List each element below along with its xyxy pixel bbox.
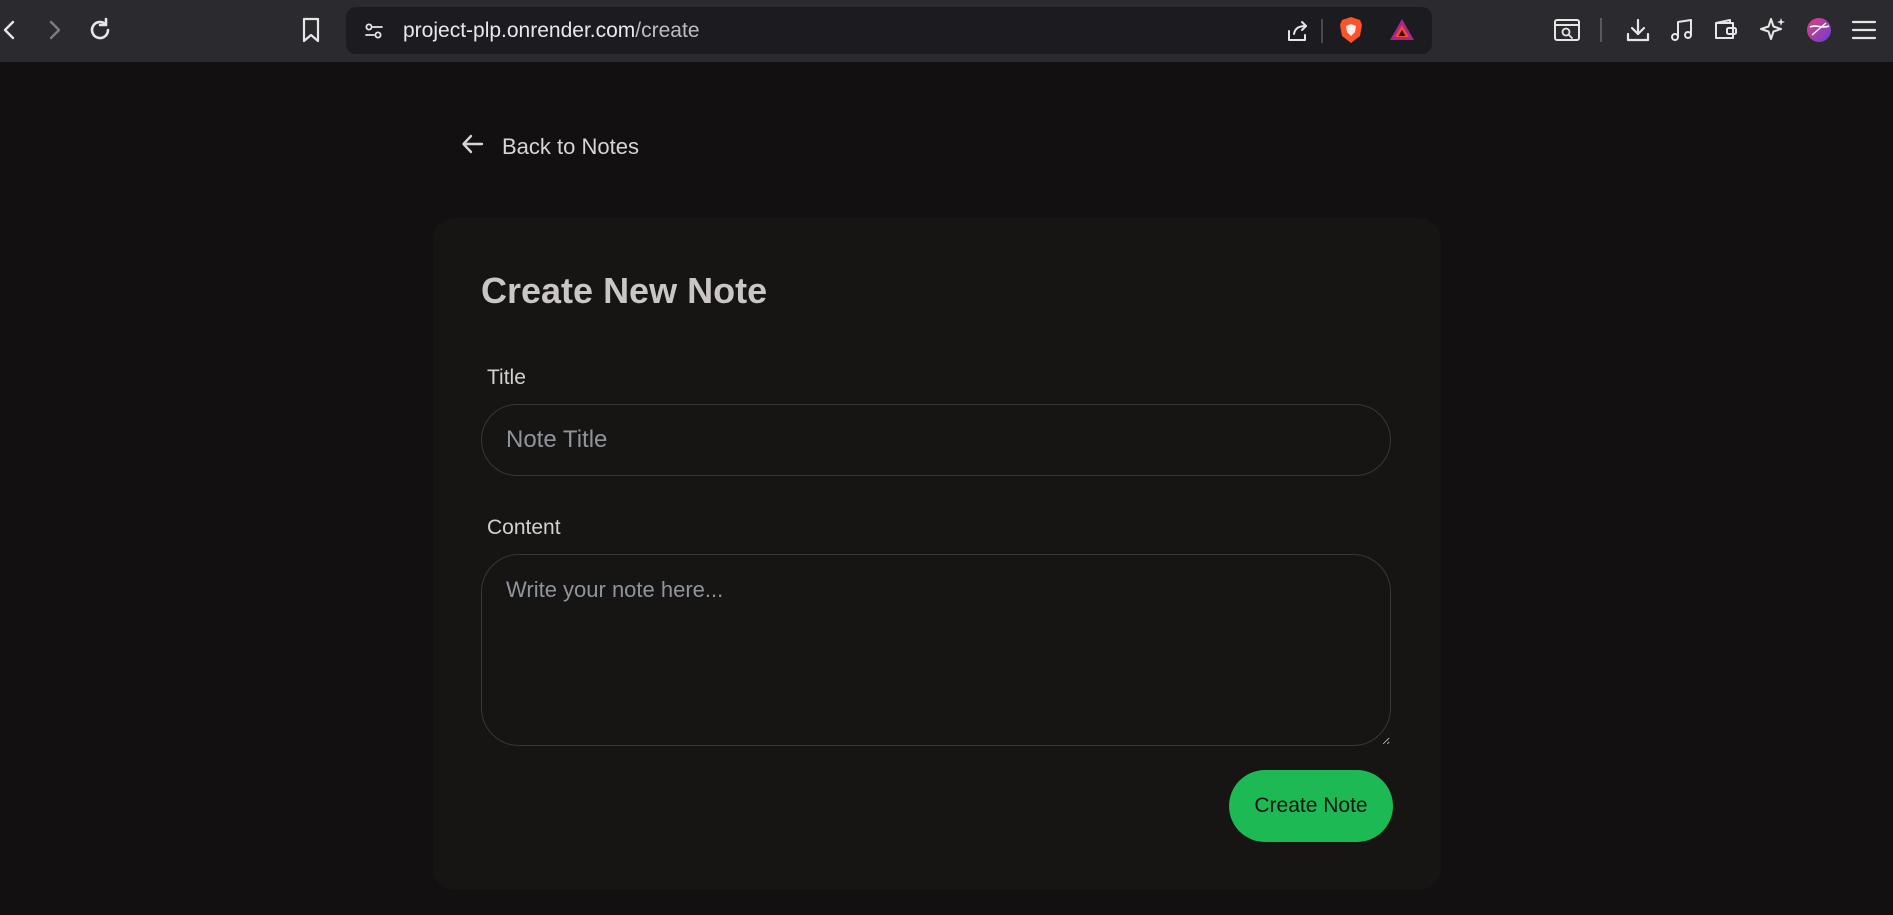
create-note-card: Create New Note Title Content Create Not… [433, 218, 1441, 890]
url-path: /create [635, 19, 700, 42]
avatar-icon[interactable] [1801, 12, 1837, 48]
reload-icon[interactable] [82, 12, 118, 48]
back-to-notes-link[interactable]: Back to Notes [460, 130, 639, 164]
title-input[interactable] [481, 404, 1391, 476]
content-textarea[interactable] [481, 554, 1391, 746]
reader-mode-icon[interactable] [1549, 12, 1585, 48]
toolbar-divider [1600, 18, 1602, 42]
sliders-icon[interactable] [356, 13, 392, 49]
create-note-button[interactable]: Create Note [1229, 770, 1393, 842]
share-icon[interactable] [1280, 13, 1316, 49]
browser-toolbar: project-plp.onrender.com/create [0, 0, 1893, 62]
music-icon[interactable] [1664, 12, 1700, 48]
sparkle-icon[interactable] [1755, 12, 1791, 48]
page-title: Create New Note [481, 270, 768, 311]
url-text[interactable]: project-plp.onrender.com/create [403, 19, 700, 43]
back-link-label: Back to Notes [502, 134, 639, 159]
url-host: project-plp.onrender.com [403, 19, 636, 42]
back-arrow-icon[interactable] [0, 12, 28, 48]
arrow-left-icon [460, 131, 486, 163]
bookmark-icon[interactable] [293, 12, 329, 48]
hamburger-icon[interactable] [1846, 12, 1882, 48]
url-separator [1321, 19, 1323, 43]
triangle-icon[interactable] [1384, 12, 1420, 48]
download-icon[interactable] [1620, 12, 1656, 48]
address-bar[interactable]: project-plp.onrender.com/create [346, 7, 1432, 54]
lion-shield-icon[interactable] [1333, 12, 1369, 48]
title-label: Title [487, 366, 526, 389]
forward-arrow-icon[interactable] [36, 12, 72, 48]
content-label: Content [487, 516, 561, 539]
wallet-icon[interactable] [1708, 12, 1744, 48]
